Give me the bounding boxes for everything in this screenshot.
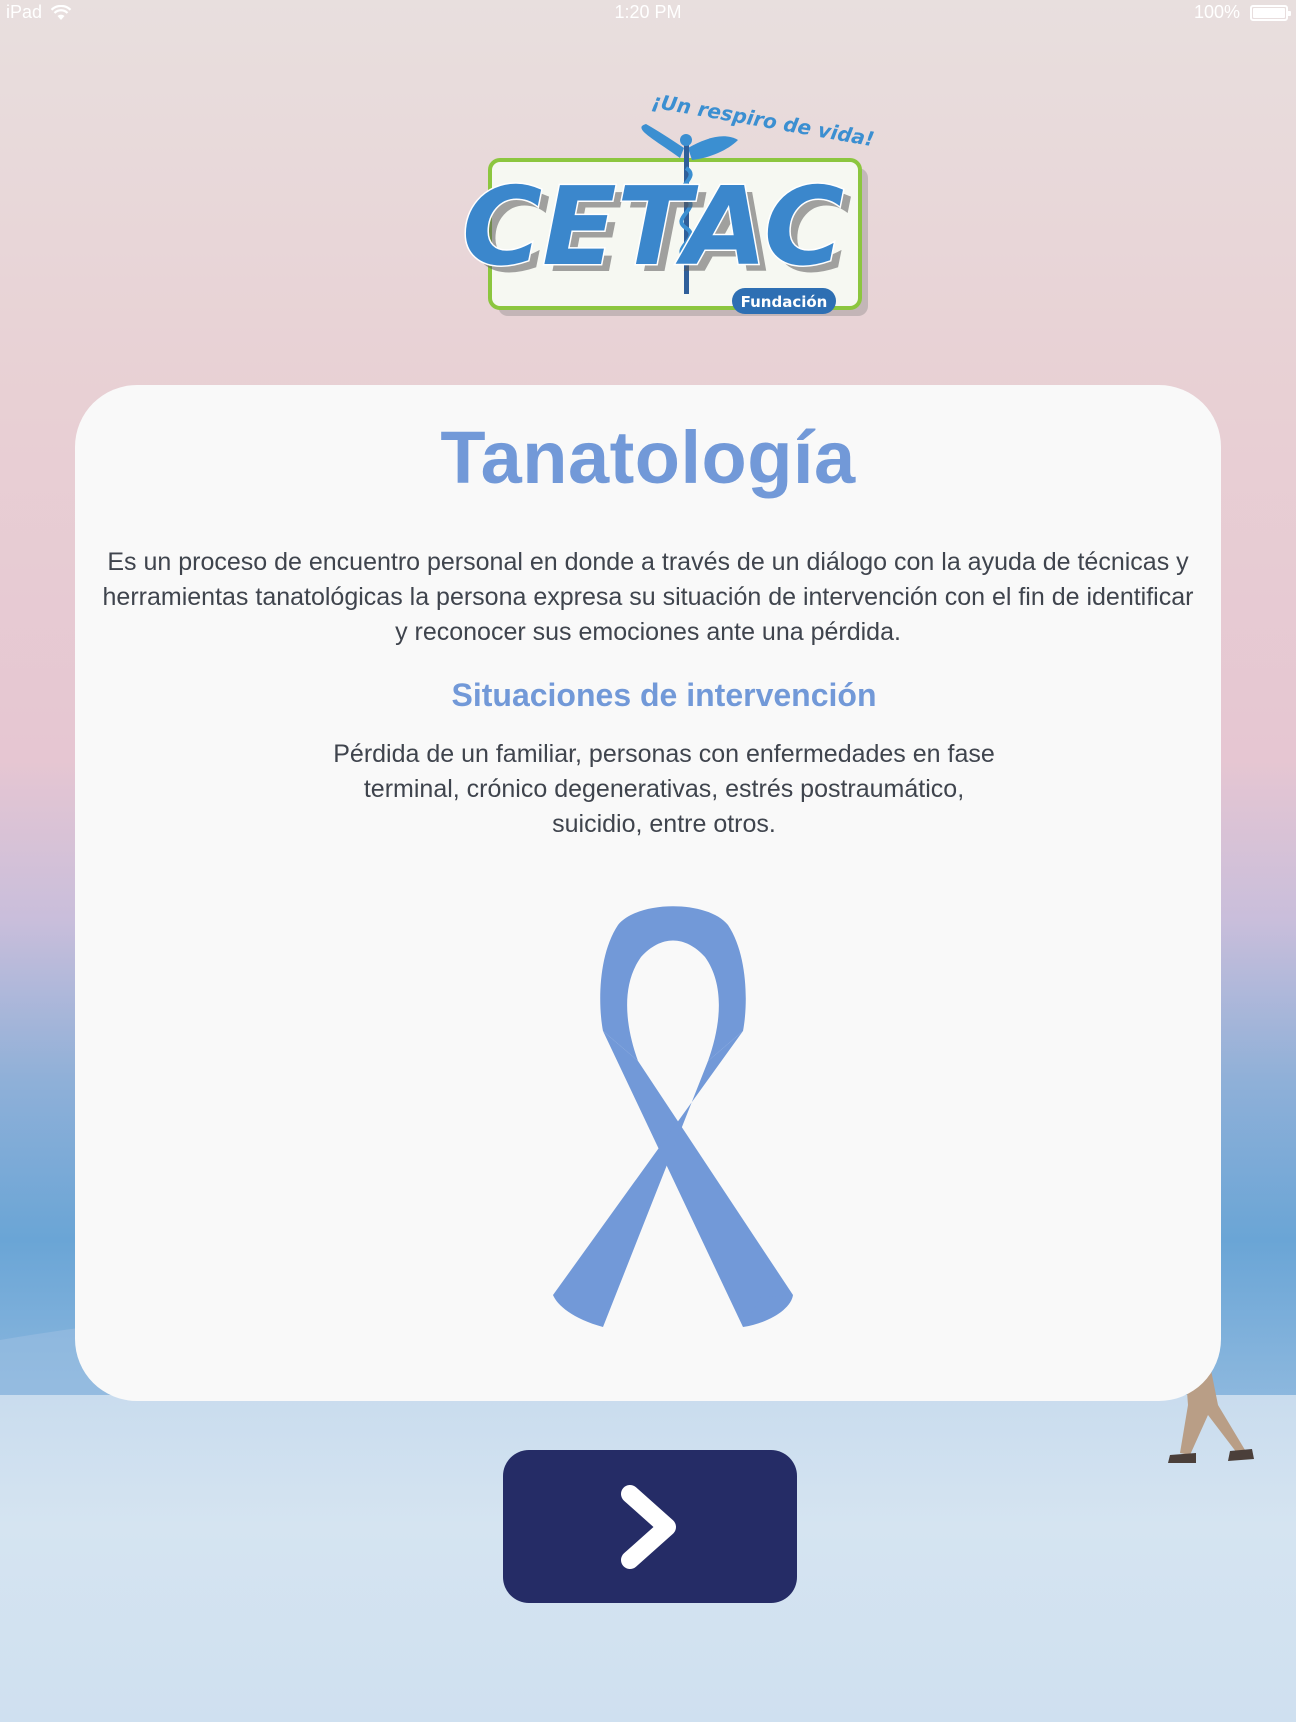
page-title: Tanatología xyxy=(440,416,856,499)
battery-level xyxy=(1253,7,1285,18)
awareness-ribbon-icon xyxy=(553,906,793,1327)
info-card: Tanatología Es un proceso de encuentro p… xyxy=(75,385,1221,1401)
status-right: 100% xyxy=(1193,2,1291,23)
logo-name: CETAC xyxy=(462,165,844,290)
cetac-logo: ¡Un respiro de vida! CETAC CETAC Fundaci… xyxy=(462,89,876,316)
status-time: 1:20 PM xyxy=(614,2,682,22)
battery-icon xyxy=(1250,4,1291,21)
battery-percent: 100% xyxy=(1193,2,1240,22)
description-text: Es un proceso de encuentro personal en d… xyxy=(102,548,1194,646)
next-button[interactable] xyxy=(503,1450,797,1603)
status-bar: iPad 1:20 PM 100% xyxy=(0,0,1296,26)
chevron-right-icon xyxy=(621,1484,676,1569)
logo-tag: Fundación xyxy=(741,293,828,311)
section-subtitle: Situaciones de intervención xyxy=(451,677,877,713)
situations-text: Pérdida de un familiar, personas con enf… xyxy=(333,740,995,838)
